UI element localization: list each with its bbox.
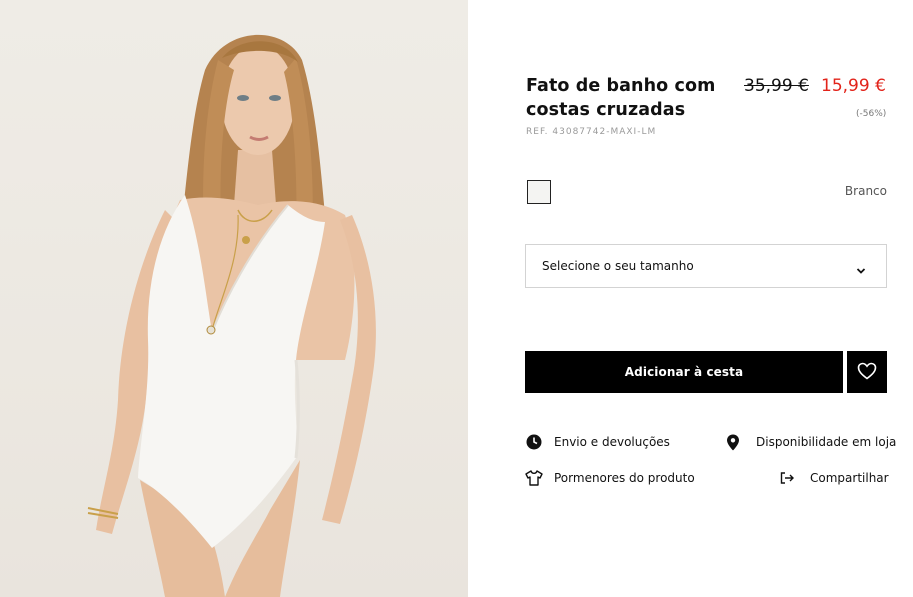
product-image[interactable] [0, 0, 468, 597]
original-price: 35,99 € [744, 76, 809, 96]
shipping-returns-label: Envio e devoluções [554, 435, 670, 449]
location-pin-icon [724, 433, 742, 451]
tshirt-icon [525, 469, 543, 487]
share-icon [778, 469, 796, 487]
share-link[interactable]: Compartilhar [778, 469, 889, 487]
wishlist-button[interactable] [847, 351, 887, 393]
discount-badge: (-56%) [856, 109, 887, 119]
product-details-panel: Fato de banho com costas cruzadas 35,99 … [468, 0, 913, 597]
product-photo-illustration [87, 34, 376, 597]
chevron-down-icon [856, 261, 866, 280]
sale-price: 15,99 € [821, 76, 886, 96]
add-to-cart-button[interactable]: Adicionar à cesta [525, 351, 843, 393]
product-title: Fato de banho com costas cruzadas [526, 76, 716, 120]
clock-icon [525, 433, 543, 451]
share-label: Compartilhar [810, 471, 889, 485]
color-swatch-white[interactable] [527, 180, 551, 204]
selected-color-name: Branco [844, 184, 887, 198]
size-select[interactable]: Selecione o seu tamanho [525, 244, 887, 288]
shipping-returns-link[interactable]: Envio e devoluções [525, 433, 670, 451]
product-reference: REF. 43087742-MAXI-LM [526, 127, 657, 137]
size-select-placeholder: Selecione o seu tamanho [542, 259, 694, 273]
product-details-link[interactable]: Pormenores do produto [525, 469, 695, 487]
product-details-label: Pormenores do produto [554, 471, 695, 485]
heart-icon [857, 362, 877, 383]
store-availability-label: Disponibilidade em loja [756, 435, 897, 449]
store-availability-link[interactable]: Disponibilidade em loja [724, 433, 896, 451]
